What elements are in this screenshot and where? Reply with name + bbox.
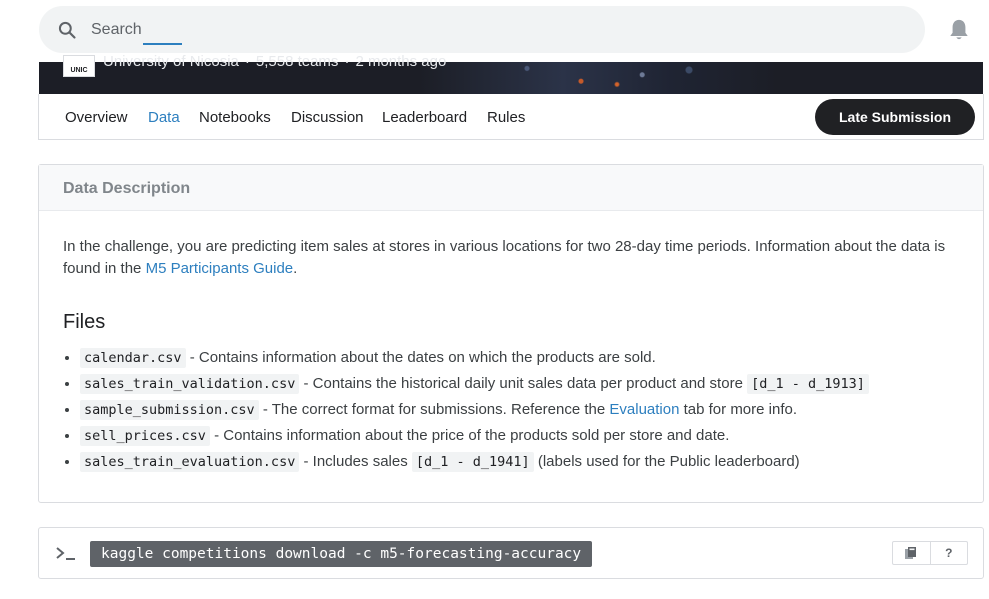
late-submission-button[interactable]: Late Submission: [815, 99, 975, 135]
api-command-card: kaggle competitions download -c m5-forec…: [38, 527, 984, 579]
copy-icon: [905, 547, 917, 559]
host-name: University of Nicosia: [103, 53, 239, 70]
file-description: - Contains information about the price o…: [209, 427, 730, 444]
data-description-text: In the challenge, you are predicting ite…: [63, 236, 963, 280]
search-input[interactable]: [91, 18, 791, 42]
tab-data[interactable]: Data: [148, 109, 180, 126]
data-description-card: Data Description In the challenge, you a…: [38, 164, 984, 503]
card-title: Data Description: [63, 180, 191, 197]
file-name: calendar.csv: [80, 348, 186, 368]
list-item: sales_train_evaluation.csv - Includes sa…: [80, 451, 869, 477]
banner-meta: University of Nicosia · 5,558 teams · 2 mont…: [103, 53, 446, 70]
search-icon: [58, 21, 76, 39]
list-item: calendar.csv - Contains information abou…: [80, 347, 869, 373]
file-description-end: tab for more info.: [679, 401, 798, 418]
evaluation-link[interactable]: Evaluation: [609, 401, 679, 418]
tab-notebooks[interactable]: Notebooks: [199, 109, 271, 126]
date-range: [d_1 - d_1941]: [411, 452, 534, 472]
tab-leaderboard[interactable]: Leaderboard: [382, 109, 467, 126]
help-label: ?: [945, 546, 953, 560]
host-logo: UNIC: [63, 55, 95, 77]
time-ago: 2 months ago: [355, 53, 447, 70]
tab-overview[interactable]: Overview: [65, 109, 128, 126]
participants-guide-link[interactable]: M5 Participants Guide: [146, 260, 294, 277]
file-name: sales_train_validation.csv: [80, 374, 300, 394]
file-description: - The correct format for submissions. Re…: [258, 401, 610, 418]
list-item: sample_submission.csv - The correct form…: [80, 399, 869, 425]
description-end: .: [293, 260, 298, 277]
file-description: - Contains information about the dates o…: [185, 349, 656, 366]
terminal-prompt-icon: [56, 547, 75, 560]
banner-image: [419, 62, 779, 94]
file-name: sales_train_evaluation.csv: [80, 452, 300, 472]
file-description: - Contains the historical daily unit sal…: [299, 375, 748, 392]
file-list: calendar.csv - Contains information abou…: [63, 347, 869, 477]
team-count: 5,558 teams: [255, 53, 339, 70]
meta-separator: ·: [244, 53, 250, 70]
file-description: - Includes sales: [299, 453, 412, 470]
command-actions: ?: [892, 541, 968, 565]
meta-separator: ·: [344, 53, 350, 70]
api-command-text[interactable]: kaggle competitions download -c m5-forec…: [90, 541, 593, 567]
bell-icon[interactable]: [948, 18, 970, 42]
copy-button[interactable]: [893, 542, 930, 564]
date-range: [d_1 - d_1913]: [747, 374, 869, 394]
file-description-end: (labels used for the Public leaderboard): [533, 453, 800, 470]
tab-discussion[interactable]: Discussion: [291, 109, 364, 126]
help-button[interactable]: ?: [929, 542, 968, 564]
file-name: sell_prices.csv: [80, 426, 210, 446]
list-item: sell_prices.csv - Contains information a…: [80, 425, 869, 451]
active-tab-indicator: [143, 43, 182, 45]
list-item: sales_train_validation.csv - Contains th…: [80, 373, 869, 399]
tab-rules[interactable]: Rules: [487, 109, 525, 126]
files-heading: Files: [63, 311, 106, 333]
file-name: sample_submission.csv: [80, 400, 259, 420]
